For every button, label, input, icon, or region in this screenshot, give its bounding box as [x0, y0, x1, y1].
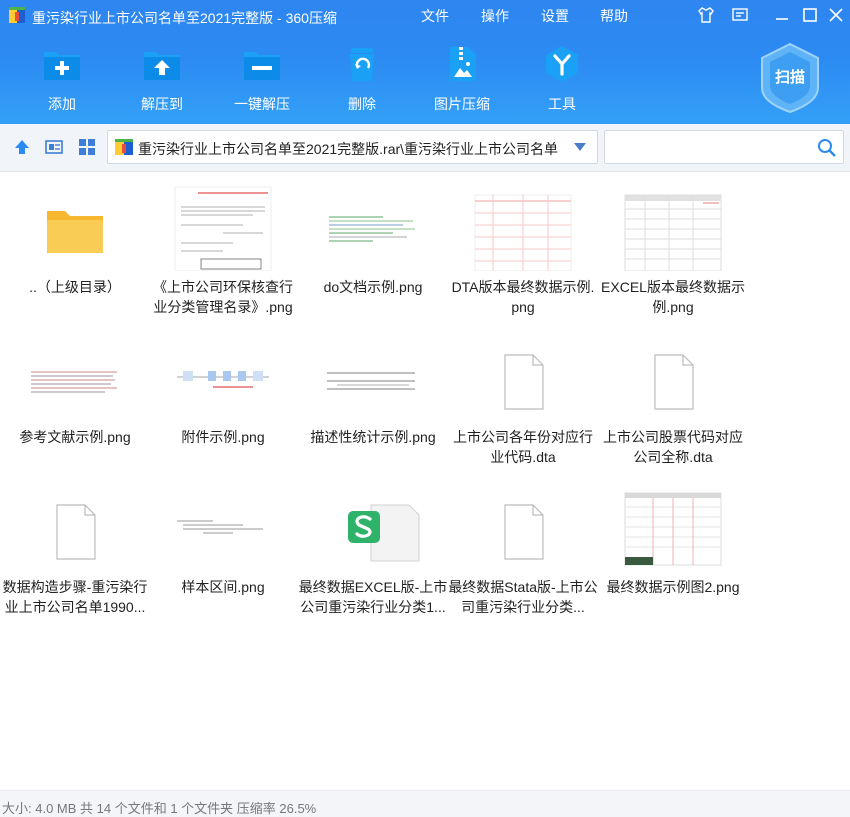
menu-settings[interactable]: 设置: [541, 6, 569, 26]
tools-button[interactable]: 工具: [514, 40, 610, 116]
spreadsheet-file-icon: [348, 504, 420, 562]
add-label: 添加: [48, 96, 76, 112]
file-grid: ..（上级目录） 《上市公司环保核查行业分类管理名录》.png do文档示例.p…: [0, 173, 850, 789]
image-compress-icon: [450, 47, 476, 81]
file-item[interactable]: 《上市公司环保核查行业分类管理名录》.png: [148, 173, 298, 323]
blank-file-icon: [504, 504, 544, 560]
file-item[interactable]: DTA版本最终数据示例.png: [448, 173, 598, 323]
one-click-extract-label: 一键解压: [234, 96, 290, 112]
extract-to-button[interactable]: 解压到: [114, 40, 210, 116]
add-button[interactable]: 添加: [14, 40, 110, 116]
blank-file-icon: [654, 354, 694, 410]
image-thumbnail-icon: [325, 211, 421, 247]
file-item-parent-folder[interactable]: ..（上级目录）: [0, 173, 150, 323]
extract-to-icon: [144, 52, 180, 80]
image-compress-label: 图片压缩: [434, 96, 490, 112]
path-bar: 重污染行业上市公司名单至2021完整版.rar\重污染行业上市公司名单: [0, 124, 850, 172]
file-name: 最终数据EXCEL版-上市公司重污染行业分类1...: [298, 579, 448, 615]
file-name: 上市公司股票代码对应公司全称.dta: [603, 429, 743, 465]
feedback-icon[interactable]: [730, 5, 750, 25]
archive-icon: [115, 139, 133, 155]
up-arrow-icon[interactable]: [13, 138, 31, 156]
delete-button[interactable]: 删除: [314, 40, 410, 116]
file-name: 数据构造步骤-重污染行业上市公司名单1990...: [2, 579, 148, 615]
file-item[interactable]: 附件示例.png: [148, 323, 298, 473]
file-item[interactable]: 参考文献示例.png: [0, 323, 150, 473]
maximize-icon[interactable]: [800, 5, 820, 25]
one-click-extract-button[interactable]: 一键解压: [214, 40, 310, 116]
file-name: do文档示例.png: [323, 279, 423, 295]
path-field[interactable]: 重污染行业上市公司名单至2021完整版.rar\重污染行业上市公司名单: [107, 130, 598, 164]
file-item[interactable]: 样本区间.png: [148, 473, 298, 623]
file-item[interactable]: 描述性统计示例.png: [298, 323, 448, 473]
extract-to-label: 解压到: [141, 96, 183, 112]
file-item[interactable]: EXCEL版本最终数据示例.png: [598, 173, 748, 323]
image-thumbnail-icon: [474, 194, 572, 271]
search-icon[interactable]: [817, 138, 837, 158]
image-thumbnail-icon: [624, 194, 722, 271]
file-name: DTA版本最终数据示例.png: [451, 279, 595, 315]
file-item[interactable]: 最终数据示例图2.png: [598, 473, 748, 623]
list-view-icon[interactable]: [45, 138, 63, 156]
image-thumbnail-icon: [177, 520, 263, 534]
file-item[interactable]: 上市公司股票代码对应公司全称.dta: [598, 323, 748, 473]
blank-file-icon: [56, 504, 96, 560]
file-name: 附件示例.png: [181, 429, 265, 445]
menu-file[interactable]: 文件: [421, 6, 449, 26]
blank-file-icon: [504, 354, 544, 410]
file-name: 上市公司各年份对应行业代码.dta: [453, 429, 593, 465]
skin-shirt-icon[interactable]: [696, 5, 716, 25]
image-compress-button[interactable]: 图片压缩: [414, 40, 510, 116]
file-name: 最终数据Stata版-上市公司重污染行业分类...: [448, 579, 598, 615]
window-title: 重污染行业上市公司名单至2021完整版 - 360压缩: [32, 10, 337, 26]
delete-label: 删除: [348, 96, 376, 112]
chevron-down-icon[interactable]: [570, 139, 590, 155]
search-input[interactable]: [604, 130, 844, 164]
image-thumbnail-icon: [327, 372, 415, 390]
app-logo-icon: [9, 7, 25, 23]
add-icon: [44, 52, 80, 80]
toolbar-area: 重污染行业上市公司名单至2021完整版 - 360压缩 文件 操作 设置 帮助: [0, 0, 850, 124]
file-item[interactable]: 数据构造步骤-重污染行业上市公司名单1990...: [0, 473, 150, 623]
delete-icon: [350, 48, 374, 81]
file-name: 描述性统计示例.png: [310, 429, 436, 445]
title-bar: 重污染行业上市公司名单至2021完整版 - 360压缩 文件 操作 设置 帮助: [0, 0, 850, 32]
folder-icon: [47, 211, 103, 253]
menu-help[interactable]: 帮助: [600, 6, 628, 26]
scan-button[interactable]: 扫描: [758, 42, 822, 114]
scan-label: 扫描: [774, 69, 805, 86]
file-name: 最终数据示例图2.png: [606, 579, 740, 595]
close-icon[interactable]: [826, 5, 846, 25]
file-item[interactable]: 最终数据Stata版-上市公司重污染行业分类...: [448, 473, 598, 623]
menu-operate[interactable]: 操作: [481, 6, 509, 26]
grid-view-icon[interactable]: [78, 138, 96, 156]
path-text: 重污染行业上市公司名单至2021完整版.rar\重污染行业上市公司名单: [138, 141, 559, 157]
status-bar: 大小: 4.0 MB 共 14 个文件和 1 个文件夹 压缩率 26.5%: [0, 790, 850, 817]
minimize-icon[interactable]: [772, 5, 792, 25]
one-click-extract-icon: [244, 52, 280, 80]
tools-icon: [546, 46, 578, 82]
file-name: 参考文献示例.png: [19, 429, 131, 445]
file-name: 样本区间.png: [181, 579, 265, 595]
file-item[interactable]: do文档示例.png: [298, 173, 448, 323]
tools-label: 工具: [548, 96, 576, 112]
file-item[interactable]: 上市公司各年份对应行业代码.dta: [448, 323, 598, 473]
file-name: ..（上级目录）: [29, 279, 121, 295]
image-thumbnail-icon: [624, 492, 722, 566]
file-name: EXCEL版本最终数据示例.png: [601, 279, 745, 315]
status-text: 大小: 4.0 MB 共 14 个文件和 1 个文件夹 压缩率 26.5%: [2, 801, 317, 816]
image-thumbnail-icon: [27, 367, 123, 397]
image-thumbnail-icon: [174, 186, 272, 271]
file-name: 《上市公司环保核查行业分类管理名录》.png: [153, 279, 293, 315]
file-item[interactable]: 最终数据EXCEL版-上市公司重污染行业分类1...: [298, 473, 448, 623]
image-thumbnail-icon: [177, 371, 269, 388]
